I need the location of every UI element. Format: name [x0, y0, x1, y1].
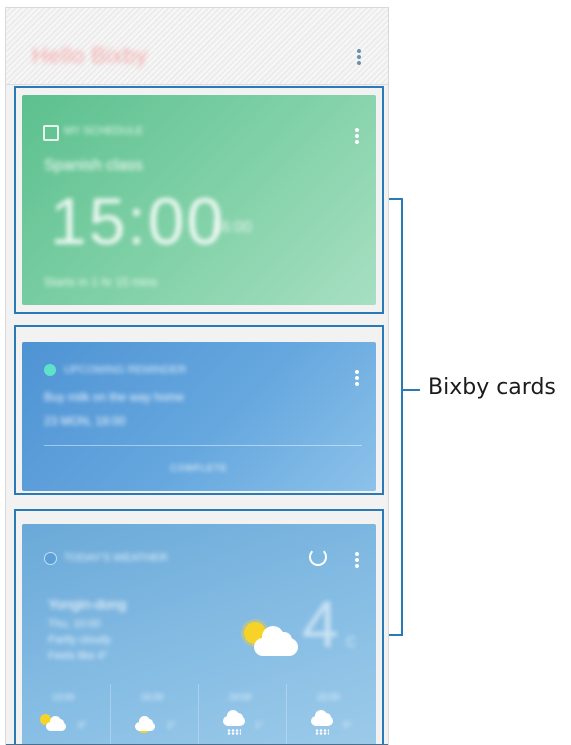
forecast-slot: 19:00 1°	[198, 684, 287, 745]
reminder-bell-icon	[44, 364, 56, 376]
bixby-header: Hello Bixby	[6, 8, 388, 85]
calendar-icon	[43, 125, 59, 141]
complete-button[interactable]: COMPLETE	[170, 463, 228, 473]
divider	[44, 445, 362, 446]
card-source-label: TODAY'S WEATHER	[64, 552, 168, 564]
current-temperature: 4	[302, 587, 339, 661]
card-source-label: MY SCHEDULE	[64, 125, 144, 137]
header-title: Hello Bixby	[32, 43, 148, 68]
cloud-icon	[311, 710, 333, 726]
reminder-date: 23 MON, 18:00	[44, 414, 126, 428]
forecast-time: 13:00	[52, 692, 75, 702]
phone-screen: Hello Bixby MY SCHEDULE Spanish class 15…	[5, 7, 389, 745]
cloud-icon	[46, 716, 66, 731]
callout-bracket	[389, 198, 403, 636]
weather-condition: Partly cloudy	[48, 634, 111, 646]
forecast-slot: 13:00 4°	[22, 684, 110, 745]
snow-flakes-icon	[315, 729, 329, 735]
forecast-time: 16:00	[141, 692, 164, 702]
event-end-time: 16:00	[212, 219, 253, 236]
night-moon-icon	[129, 714, 163, 736]
rain-drops-icon	[227, 729, 241, 735]
callout-leader-line	[403, 389, 420, 391]
reminder-text: Buy milk on the way home	[44, 390, 185, 404]
card-source-label: UPCOMING REMINDER	[64, 364, 187, 376]
schedule-card[interactable]: MY SCHEDULE Spanish class 15:00 16:00 St…	[22, 95, 376, 305]
temperature-unit: c	[346, 630, 356, 652]
card-menu-icon[interactable]	[355, 127, 359, 145]
reminder-card[interactable]: UPCOMING REMINDER Buy milk on the way ho…	[22, 342, 376, 491]
weather-source-icon	[44, 552, 57, 565]
forecast-temp: 2°	[167, 720, 176, 730]
forecast-time: 19:00	[229, 692, 252, 702]
snow-cloud-icon	[305, 710, 339, 736]
event-title: Spanish class	[44, 157, 143, 174]
card-menu-icon[interactable]	[355, 369, 359, 387]
cloud-icon	[223, 710, 245, 726]
rain-cloud-icon	[217, 710, 251, 736]
weather-date: Thu, 10:00	[48, 618, 101, 630]
callout-label: Bixby cards	[428, 375, 556, 400]
forecast-temp: 0°	[343, 720, 352, 730]
weather-feels-like: Feels like 4°	[48, 650, 109, 662]
forecast-slot: 22:00 0°	[286, 684, 375, 745]
cloud-icon	[135, 716, 155, 731]
card-menu-icon[interactable]	[355, 551, 359, 569]
forecast-temp: 4°	[78, 720, 87, 730]
weather-card[interactable]: TODAY'S WEATHER Yongin-dong Thu, 10:00 P…	[22, 524, 376, 745]
cloud-icon	[254, 626, 298, 656]
event-start-time: 15:00	[50, 184, 226, 258]
forecast-temp: 1°	[255, 720, 264, 730]
forecast-slot: 16:00 2°	[110, 684, 199, 745]
refresh-icon[interactable]	[309, 548, 327, 566]
more-options-icon[interactable]	[357, 48, 361, 66]
forecast-time: 22:00	[317, 692, 340, 702]
event-countdown: Starts in 1 hr 15 mins	[44, 275, 158, 289]
hourly-forecast: 13:00 4° 16:00 2° 19:00 1° 22:00 0°	[22, 684, 376, 745]
partly-cloudy-icon	[40, 714, 74, 736]
weather-location: Yongin-dong	[48, 596, 127, 612]
